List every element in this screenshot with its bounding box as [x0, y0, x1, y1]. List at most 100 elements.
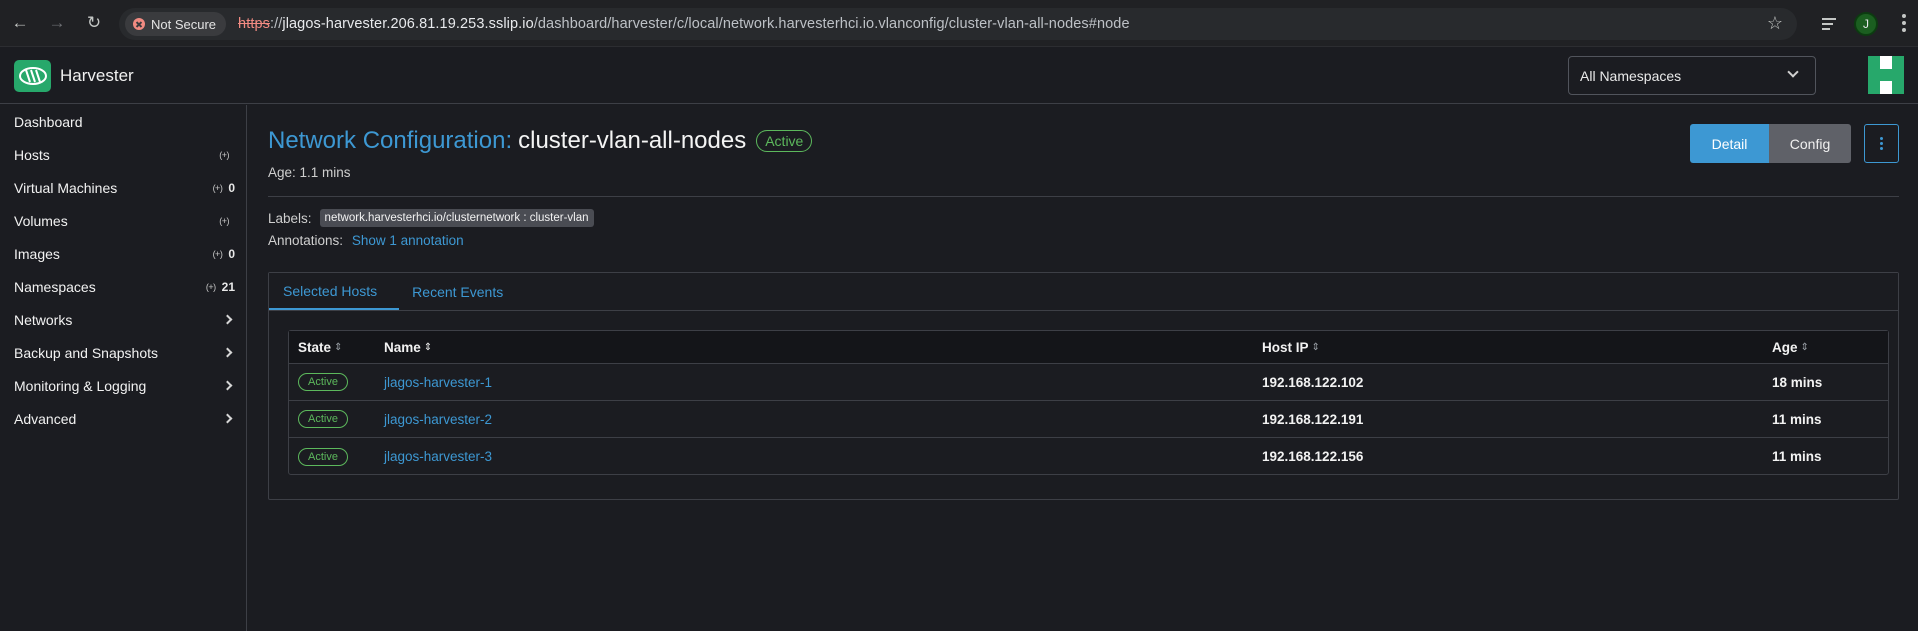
media-control-icon[interactable]	[1822, 15, 1840, 33]
sidebar-item-virtual-machines[interactable]: Virtual Machines (+) 0	[0, 171, 246, 204]
resource-type-link[interactable]: Network Configuration:	[268, 127, 512, 155]
host-ip: 192.168.122.156	[1262, 449, 1364, 464]
sidebar-item-monitoring-logging[interactable]: Monitoring & Logging	[0, 369, 246, 402]
namespace-marker-icon: (+)	[219, 149, 229, 160]
status-badge: Active	[298, 410, 348, 428]
sidebar-item-namespaces[interactable]: Namespaces (+) 21	[0, 270, 246, 303]
host-link[interactable]: jlagos-harvester-3	[384, 449, 492, 464]
sidebar-item-label: Backup and Snapshots	[14, 344, 158, 361]
header-divider	[268, 196, 1899, 197]
forward-arrow-icon[interactable]: →	[46, 12, 68, 34]
sidebar-item-backup-and-snapshots[interactable]: Backup and Snapshots	[0, 336, 246, 369]
host-age: 18 mins	[1772, 374, 1823, 390]
sort-icon: ⇕	[334, 341, 343, 353]
column-header-state[interactable]: State ⇕	[289, 340, 384, 355]
tab-bar: Selected Hosts Recent Events	[269, 273, 1898, 311]
table-row[interactable]: Active jlagos-harvester-2 192.168.122.19…	[289, 401, 1888, 438]
column-header-age[interactable]: Age ⇕	[1772, 340, 1872, 355]
security-label: Not Secure	[151, 16, 217, 32]
table-header: State ⇕ Name ⇕ Host IP ⇕ Age ⇕	[289, 331, 1888, 364]
annotations-row: Annotations: Show 1 annotation	[268, 233, 464, 248]
url-host: jlagos-harvester.206.81.19.253.sslip.io	[282, 16, 534, 32]
chevron-down-icon	[1787, 66, 1799, 78]
sidebar-item-hosts[interactable]: Hosts (+)	[0, 138, 246, 171]
resource-age: Age: 1.1 mins	[268, 165, 351, 180]
hosts-table: State ⇕ Name ⇕ Host IP ⇕ Age ⇕ Active jlagos…	[288, 330, 1889, 475]
namespace-marker-icon: (+)	[205, 281, 216, 292]
sidebar-item-count: (+)	[219, 150, 235, 160]
sidebar-item-networks[interactable]: Networks	[0, 303, 246, 336]
sidebar-item-label: Hosts	[14, 146, 50, 163]
config-button[interactable]: Config	[1769, 124, 1851, 163]
sidebar-item-label: Dashboard	[14, 113, 83, 130]
host-ip: 192.168.122.102	[1262, 374, 1364, 390]
main-content: Network Configuration: cluster-vlan-all-…	[248, 105, 1918, 631]
tab-selected-hosts[interactable]: Selected Hosts	[269, 273, 400, 310]
detail-button[interactable]: Detail	[1690, 124, 1769, 163]
namespace-marker-icon: (+)	[219, 215, 229, 226]
url-path: /dashboard/harvester/c/local/network.har…	[533, 16, 1130, 32]
show-annotations-link[interactable]: Show 1 annotation	[352, 233, 464, 248]
sidebar-item-label: Volumes	[14, 212, 68, 229]
resource-name: cluster-vlan-all-nodes	[518, 127, 747, 154]
bookmark-star-icon[interactable]: ☆	[1767, 13, 1783, 34]
sidebar-item-label: Virtual Machines	[14, 179, 118, 196]
namespace-marker-icon: (+)	[212, 182, 223, 193]
url-scheme: https	[238, 16, 270, 32]
table-row[interactable]: Active jlagos-harvester-3 192.168.122.15…	[289, 438, 1888, 475]
sidebar-item-advanced[interactable]: Advanced	[0, 402, 246, 435]
tabs-panel: Selected Hosts Recent Events State ⇕ Name…	[268, 272, 1899, 500]
tab-recent-events[interactable]: Recent Events	[399, 273, 516, 310]
not-secure-icon	[133, 18, 145, 30]
sidebar-item-label: Advanced	[14, 410, 77, 427]
namespace-select[interactable]: All Namespaces	[1568, 56, 1816, 95]
host-ip: 192.168.122.191	[1262, 411, 1364, 427]
sort-icon: ⇕	[1311, 341, 1320, 353]
chevron-right-icon	[222, 347, 233, 358]
labels-title: Labels:	[268, 210, 312, 226]
column-header-name[interactable]: Name ⇕	[384, 340, 1262, 355]
labels-row: Labels: network.harvesterhci.io/clustern…	[268, 209, 594, 227]
host-link[interactable]: jlagos-harvester-2	[384, 412, 492, 427]
profile-avatar[interactable]: J	[1854, 11, 1878, 36]
security-indicator[interactable]: Not Secure	[125, 12, 227, 36]
chevron-right-icon	[222, 314, 233, 325]
namespace-select-value: All Namespaces	[1580, 67, 1682, 84]
sidebar-item-images[interactable]: Images (+) 0	[0, 237, 246, 270]
back-arrow-icon[interactable]: ←	[9, 12, 31, 34]
sidebar-item-count: (+) 21	[205, 279, 235, 294]
browser-menu-icon[interactable]	[1902, 14, 1906, 32]
annotations-title: Annotations:	[268, 233, 344, 248]
sidebar-item-volumes[interactable]: Volumes (+)	[0, 204, 246, 237]
sidebar-item-label: Monitoring & Logging	[14, 377, 147, 394]
sidebar-item-count: (+) 0	[212, 180, 235, 195]
sidebar-item-label: Images	[14, 245, 60, 262]
column-header-host-ip[interactable]: Host IP ⇕	[1262, 340, 1772, 355]
browser-toolbar: ← → ↻ Not Secure https://jlagos-harveste…	[0, 0, 1918, 47]
host-link[interactable]: jlagos-harvester-1	[384, 375, 492, 390]
sidebar-item-count: (+) 0	[212, 246, 235, 261]
address-bar[interactable]: Not Secure https://jlagos-harvester.206.…	[119, 8, 1797, 40]
sidebar-item-count: (+)	[219, 216, 235, 226]
status-badge: Active	[298, 447, 348, 466]
url-text[interactable]: https://jlagos-harvester.206.81.19.253.s…	[238, 16, 1130, 32]
host-age: 11 mins	[1772, 411, 1822, 427]
brand-name[interactable]: Harvester	[60, 66, 134, 86]
app-header: Harvester All Namespaces	[0, 48, 1918, 104]
reload-icon[interactable]: ↻	[83, 12, 105, 34]
sort-icon: ⇕	[1800, 341, 1809, 353]
user-avatar[interactable]	[1868, 56, 1904, 94]
more-actions-icon[interactable]	[1864, 124, 1899, 163]
url-separator: ://	[269, 16, 283, 32]
harvester-logo-svg	[18, 66, 47, 85]
label-chip: network.harvesterhci.io/clusternetwork :…	[319, 209, 594, 227]
namespace-marker-icon: (+)	[212, 248, 223, 259]
harvester-logo-icon[interactable]	[14, 59, 51, 92]
sidebar: Dashboard Hosts (+) Virtual Machines (+)…	[0, 105, 247, 631]
chevron-right-icon	[222, 413, 233, 424]
view-mode-toggle: Detail Config	[1690, 124, 1851, 163]
table-row[interactable]: Active jlagos-harvester-1 192.168.122.10…	[289, 364, 1888, 401]
chevron-right-icon	[222, 380, 233, 391]
sidebar-item-dashboard[interactable]: Dashboard	[0, 105, 246, 138]
sidebar-item-label: Namespaces	[14, 278, 96, 295]
